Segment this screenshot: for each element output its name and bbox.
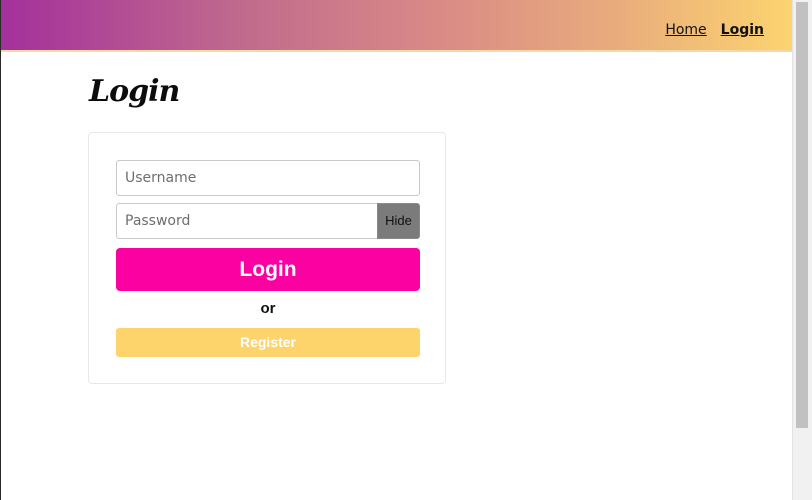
or-divider-text: or — [260, 300, 276, 317]
password-input[interactable] — [116, 203, 378, 239]
hide-password-button[interactable]: Hide — [377, 203, 420, 239]
scrollbar-thumb[interactable] — [796, 2, 808, 428]
top-navbar: Home Login — [1, 0, 794, 52]
register-button[interactable]: Register — [116, 328, 420, 357]
username-input[interactable] — [116, 160, 420, 196]
nav-link-login[interactable]: Login — [721, 22, 764, 38]
login-button[interactable]: Login — [116, 248, 420, 291]
vertical-scrollbar[interactable] — [792, 0, 812, 500]
login-card: Hide Login or Register — [88, 132, 446, 384]
page-title: Login — [89, 74, 180, 109]
nav-links: Home Login — [665, 22, 764, 38]
nav-link-home[interactable]: Home — [665, 22, 706, 38]
page: Home Login Login Hide Login or Register — [0, 0, 812, 500]
